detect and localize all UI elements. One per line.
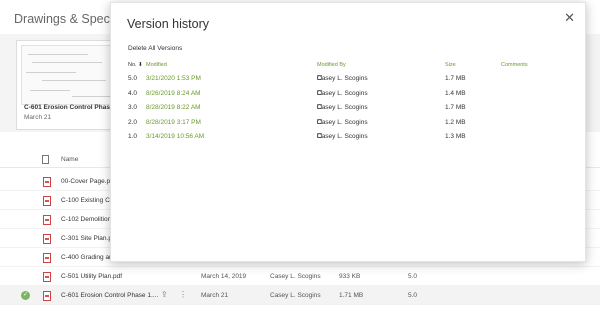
version-author: Casey L. Scogins xyxy=(317,75,368,82)
delete-all-versions-button[interactable]: Delete All Versions xyxy=(128,45,182,52)
version-number: 3.0 xyxy=(128,104,138,111)
file-name[interactable]: C-301 Site Plan.p xyxy=(61,235,112,242)
version-size: 1.7 MB xyxy=(445,104,466,111)
pdf-icon xyxy=(43,177,51,187)
file-name[interactable]: C-501 Utility Plan.pdf xyxy=(61,273,122,280)
pdf-icon xyxy=(43,253,51,263)
version-size: 1.7 MB xyxy=(445,75,466,82)
file-name[interactable]: 00-Cover Page.pd xyxy=(61,178,114,185)
version-row: 1.0 3/14/2019 10:56 AM Casey L. Scogins 1.3… xyxy=(111,133,585,148)
version-number: 4.0 xyxy=(128,89,138,97)
tile-date: March 21 xyxy=(24,114,52,121)
version-author: Casey L. Scogins xyxy=(317,133,368,140)
pdf-icon xyxy=(43,291,51,301)
tile-title: C-601 Erosion Control Phase 1 xyxy=(24,104,119,111)
cell-size: 1.71 MB xyxy=(339,292,364,299)
cell-modified: March 14, 2019 xyxy=(201,273,247,280)
tile-thumbnail xyxy=(21,45,115,105)
cell-version: 5.0 xyxy=(408,292,418,299)
pdf-icon xyxy=(43,234,51,244)
version-number: 1.0 xyxy=(128,133,138,140)
column-header-modified-by[interactable]: Modified By xyxy=(317,62,346,68)
pdf-icon xyxy=(43,272,51,282)
cell-modified-by: Casey L. Scogins xyxy=(270,273,321,280)
file-name[interactable]: C-601 Erosion Control Phase 1.... xyxy=(61,292,158,299)
version-row: 5.0 3/21/2020 1:53 PM Casey L. Scogins 1.7 … xyxy=(111,75,585,90)
version-size: 1.4 MB xyxy=(445,89,466,97)
cell-modified-by: Casey L. Scogins xyxy=(270,292,321,299)
table-row[interactable]: ✓ C-601 Erosion Control Phase 1.... ⇪ ⋮ Marc… xyxy=(0,286,600,305)
cell-size: 933 KB xyxy=(339,273,361,280)
file-name[interactable]: C-400 Grading and xyxy=(61,254,116,261)
version-size: 1.2 MB xyxy=(445,118,466,126)
dialog-title: Version history xyxy=(127,17,209,31)
version-size: 1.3 MB xyxy=(445,133,466,140)
version-modified-link[interactable]: 8/26/2019 8:24 AM xyxy=(146,90,201,97)
version-author: Casey L. Scogins xyxy=(317,104,368,111)
check-circle-icon[interactable]: ✓ xyxy=(21,291,30,300)
version-number: 2.0 xyxy=(128,118,138,126)
version-modified-link[interactable]: 3/21/2020 1:53 PM xyxy=(146,75,201,82)
table-row[interactable]: C-501 Utility Plan.pdf March 14, 2019 Case… xyxy=(0,267,600,286)
page: Drawings & Specs>01 C-601 Erosion Contro… xyxy=(0,0,600,309)
version-table-header: No. ⬇ Modified Modified By Size Comments xyxy=(111,62,585,72)
version-author: Casey L. Scogins xyxy=(317,89,368,97)
breadcrumb-root[interactable]: Drawings & Specs xyxy=(14,12,116,26)
cell-version: 5.0 xyxy=(408,273,418,280)
version-history-dialog: Version history ✕ Delete All Versions No… xyxy=(110,2,586,262)
pdf-icon xyxy=(43,215,51,225)
file-type-icon[interactable] xyxy=(42,155,49,164)
version-author: Casey L. Scogins xyxy=(317,118,368,126)
column-header-modified[interactable]: Modified xyxy=(146,62,167,68)
file-name[interactable]: C-102 Demolition xyxy=(61,216,111,223)
version-row: 3.0 8/28/2019 8:22 AM Casey L. Scogins 1.7 … xyxy=(111,104,585,119)
pdf-icon xyxy=(43,196,51,206)
more-icon[interactable]: ⋮ xyxy=(179,290,187,299)
column-header-name[interactable]: Name xyxy=(61,156,78,163)
file-name[interactable]: C-100 Existing Con xyxy=(61,197,117,204)
column-header-no[interactable]: No. ⬇ xyxy=(128,62,143,68)
column-header-comments[interactable]: Comments xyxy=(501,62,528,68)
share-icon[interactable]: ⇪ xyxy=(161,290,168,299)
version-modified-link[interactable]: 8/28/2019 3:17 PM xyxy=(146,119,201,126)
version-row: 4.0 8/26/2019 8:24 AM Casey L. Scogins 1.4 … xyxy=(111,89,585,105)
cell-modified: March 21 xyxy=(201,292,229,299)
column-header-size[interactable]: Size xyxy=(445,62,456,68)
version-number: 5.0 xyxy=(128,75,138,82)
version-row: 2.0 8/28/2019 3:17 PM Casey L. Scogins 1.2 … xyxy=(111,118,585,134)
version-modified-link[interactable]: 3/14/2019 10:56 AM xyxy=(146,133,204,140)
close-icon[interactable]: ✕ xyxy=(564,11,575,24)
version-modified-link[interactable]: 8/28/2019 8:22 AM xyxy=(146,104,201,111)
